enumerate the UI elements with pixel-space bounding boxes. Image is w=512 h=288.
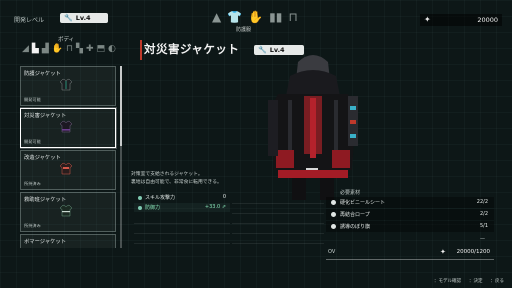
subtab-jacket-icon[interactable]: ▙ bbox=[32, 44, 39, 58]
subtab-accessory-icon[interactable]: ✚ bbox=[86, 44, 94, 58]
material-name: 硬化ビニールシート bbox=[340, 200, 386, 206]
wrench-icon: 🔧 bbox=[64, 14, 73, 22]
item-name: 対災害ジャケット bbox=[24, 113, 67, 119]
currency-panel: ✦ 20000 bbox=[420, 14, 502, 26]
stat-value: 0 bbox=[222, 194, 226, 200]
list-item[interactable]: 改造ジャケット 所持済み bbox=[20, 150, 116, 190]
currency-value: 20000 bbox=[477, 16, 498, 24]
hint-back[interactable]: ：戻る bbox=[491, 278, 505, 284]
material-count: 22/2 bbox=[476, 199, 488, 205]
jacket-icon bbox=[59, 120, 73, 133]
category-tabs: ▲ 👕 ✋ ▮▮ ⊓ bbox=[212, 5, 298, 23]
cost-value: 20000/1200 bbox=[456, 249, 490, 255]
stat-value: +33.0 ⇗ bbox=[204, 204, 226, 210]
footer-hints: ：モデル確認 ：決定 ：戻る bbox=[434, 278, 504, 284]
category-tab-ammo-icon[interactable]: ▮▮ bbox=[269, 11, 282, 23]
material-name: 再結合ロープ bbox=[340, 212, 370, 218]
materials-header: 必要素材 bbox=[340, 190, 361, 196]
category-tab-pants-icon[interactable]: ⊓ bbox=[288, 11, 297, 23]
materials-list: 硬化ビニールシート 22/2 再結合ロープ 2/2 誘導のぼり旗 5/1 bbox=[326, 197, 494, 233]
jacket-icon bbox=[59, 162, 73, 175]
item-title: 対災害ジャケット bbox=[144, 42, 240, 56]
category-tab-gloves-icon[interactable]: ✋ bbox=[248, 11, 263, 23]
category-tab-body-icon[interactable]: 👕 bbox=[227, 11, 242, 23]
item-name: 改造ジャケット bbox=[24, 155, 61, 161]
jacket-icon bbox=[59, 204, 73, 217]
character-model[interactable] bbox=[248, 50, 378, 200]
title-accent-bar bbox=[140, 40, 142, 60]
body-tab-label: ボディ bbox=[58, 37, 75, 43]
item-name: 救助班ジャケット bbox=[24, 197, 67, 203]
list-item[interactable]: 対災害ジャケット 開発可能 bbox=[20, 108, 116, 148]
dev-level-label: 開発レベル bbox=[14, 17, 45, 24]
list-item[interactable]: 防護ジャケット 開発可能 bbox=[20, 66, 116, 106]
material-icon bbox=[331, 212, 336, 217]
item-description: 対策室で支給されるジャケット。 裏地は自由可能で、非常食に転用できる。 bbox=[131, 171, 251, 187]
subtab-boots-icon[interactable]: ▚ bbox=[76, 44, 83, 58]
stat-row: 防御力 +33.0 ⇗ bbox=[134, 203, 230, 212]
material-row: 誘導のぼり旗 5/1 bbox=[326, 221, 494, 232]
item-list: 防護ジャケット 開発可能 対災害ジャケット 開発可能 改造ジャケット 所持済み … bbox=[20, 66, 118, 248]
item-name: ボマージャケット bbox=[24, 239, 67, 245]
category-label: 防護服 bbox=[236, 27, 252, 33]
divider bbox=[232, 233, 324, 234]
subtab-gloves-icon[interactable]: ✋ bbox=[52, 44, 63, 58]
stat-row: スキル攻撃力 0 bbox=[134, 193, 230, 202]
material-row: 硬化ビニールシート 22/2 bbox=[326, 197, 494, 208]
material-count: 2/2 bbox=[479, 211, 488, 217]
item-name: 防護ジャケット bbox=[24, 71, 61, 77]
subcategory-tabs: ◢ ▙ ▟ ✋ ⊓ ▚ ✚ ⬒ ◐ bbox=[22, 44, 132, 58]
dev-level-value: Lv.4 bbox=[75, 14, 91, 22]
list-scroll-thumb[interactable] bbox=[120, 66, 122, 146]
item-status: 所持済み bbox=[24, 181, 41, 186]
item-status: 開発可能 bbox=[24, 139, 41, 144]
item-status: 開発可能 bbox=[24, 97, 41, 102]
divider bbox=[326, 259, 494, 260]
cost-bar: OV ✦ 20000/1200 bbox=[326, 248, 494, 258]
jacket-icon bbox=[59, 78, 73, 91]
item-status: 所持済み bbox=[24, 223, 41, 228]
list-item[interactable]: 救助班ジャケット 所持済み bbox=[20, 192, 116, 232]
hint-confirm[interactable]: ：決定 bbox=[469, 278, 483, 284]
description-line: 対策室で支給されるジャケット。 bbox=[131, 172, 203, 177]
material-icon bbox=[331, 224, 336, 229]
stat-label: スキル攻撃力 bbox=[145, 195, 176, 201]
divider bbox=[232, 243, 324, 244]
sparkle-icon: ✦ bbox=[440, 248, 446, 256]
stats-panel: スキル攻撃力 0 防御力 +33.0 ⇗ bbox=[134, 193, 230, 249]
subtab-jacket2-icon[interactable]: ▟ bbox=[42, 44, 49, 58]
stat-bullet-icon bbox=[138, 205, 142, 210]
hint-model-view[interactable]: ：モデル確認 bbox=[434, 278, 461, 284]
divider bbox=[134, 243, 230, 244]
subtab-hat-icon[interactable]: ◢ bbox=[22, 44, 29, 58]
divider bbox=[134, 233, 230, 234]
description-line: 裏地は自由可能で、非常食に転用できる。 bbox=[131, 180, 222, 185]
subtab-misc-icon[interactable]: ◐ bbox=[108, 44, 116, 58]
subtab-bag-icon[interactable]: ⬒ bbox=[96, 44, 105, 58]
stat-label: 防御力 bbox=[145, 205, 161, 211]
material-empty-slot: — bbox=[480, 236, 485, 242]
category-tab-hat-icon[interactable]: ▲ bbox=[212, 11, 221, 23]
dev-level-badge: 🔧 Lv.4 bbox=[60, 13, 108, 23]
divider bbox=[134, 223, 230, 224]
divider bbox=[232, 203, 324, 204]
stats-panel-secondary bbox=[232, 193, 324, 249]
material-row: 再結合ロープ 2/2 bbox=[326, 209, 494, 220]
material-icon bbox=[331, 200, 336, 205]
material-count: 5/1 bbox=[479, 223, 488, 229]
divider bbox=[232, 223, 324, 224]
material-name: 誘導のぼり旗 bbox=[340, 224, 371, 230]
divider bbox=[232, 213, 324, 214]
stat-bullet-icon bbox=[138, 195, 142, 200]
subtab-pants-icon[interactable]: ⊓ bbox=[66, 44, 73, 58]
cost-label: OV bbox=[328, 249, 336, 255]
list-item[interactable]: ボマージャケット bbox=[20, 234, 116, 248]
sparkle-icon: ✦ bbox=[424, 15, 431, 24]
